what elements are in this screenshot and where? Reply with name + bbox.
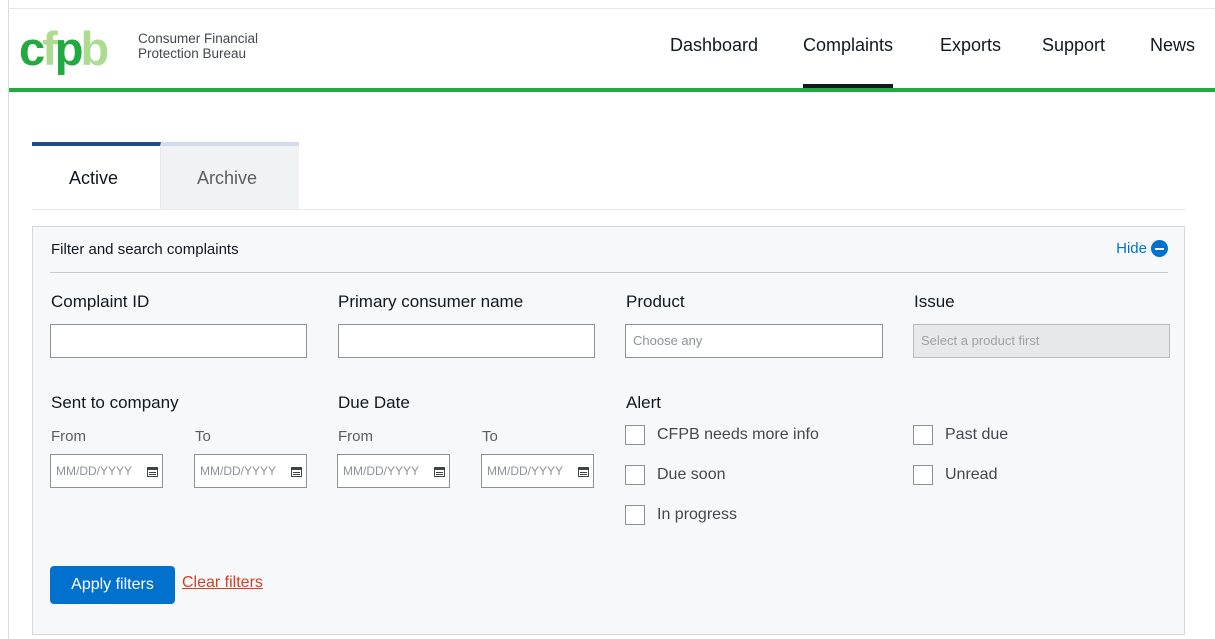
calendar-icon[interactable] [291, 466, 302, 477]
filter-panel-title: Filter and search complaints [51, 241, 239, 258]
nav-complaints[interactable]: Complaints [803, 35, 894, 88]
cfpb-logo[interactable]: cfpb [19, 23, 139, 83]
calendar-icon[interactable] [434, 466, 445, 477]
sent-to-date-input[interactable]: MM/DD/YYYY [194, 454, 307, 488]
org-name: Consumer Financial Protection Bureau [138, 31, 258, 61]
checkbox-past-due[interactable]: Past due [913, 425, 1008, 445]
tabs-divider [32, 209, 1186, 210]
checkbox-label: CFPB needs more info [657, 426, 819, 443]
checkbox-box[interactable] [625, 505, 645, 525]
due-date-label: Due Date [338, 393, 410, 412]
checkbox-box[interactable] [913, 425, 933, 445]
sent-to-label: To [195, 428, 211, 445]
sent-from-date-input[interactable]: MM/DD/YYYY [50, 454, 163, 488]
tab-active[interactable]: Active [32, 142, 161, 209]
complaint-id-input[interactable] [50, 324, 307, 358]
checkbox-box[interactable] [625, 425, 645, 445]
sent-from-label: From [51, 428, 86, 445]
due-to-placeholder: MM/DD/YYYY [487, 464, 564, 478]
due-to-date-input[interactable]: MM/DD/YYYY [481, 454, 594, 488]
tab-active-label: Active [69, 168, 119, 188]
consumer-name-label: Primary consumer name [338, 292, 524, 311]
hide-filters-button[interactable]: Hide [1116, 240, 1168, 257]
minus-circle-icon [1151, 240, 1168, 257]
issue-select: Select a product first [913, 324, 1170, 358]
product-select[interactable]: Choose any [625, 324, 883, 358]
alert-label: Alert [626, 393, 661, 412]
checkbox-label: In progress [657, 506, 738, 523]
due-from-date-input[interactable]: MM/DD/YYYY [337, 454, 450, 488]
sent-from-placeholder: MM/DD/YYYY [56, 464, 133, 478]
complaint-id-label: Complaint ID [51, 292, 150, 311]
sent-to-company-label: Sent to company [51, 393, 179, 412]
nav-support[interactable]: Support [1042, 35, 1105, 56]
checkbox-cfpb-needs-more-info[interactable]: CFPB needs more info [625, 425, 819, 445]
org-name-line1: Consumer Financial [138, 31, 259, 46]
checkbox-label: Due soon [657, 466, 726, 483]
tab-archive-label: Archive [197, 168, 258, 188]
panel-divider [50, 272, 1168, 273]
nav-exports[interactable]: Exports [940, 35, 1001, 56]
due-to-label: To [482, 428, 498, 445]
header-green-rule [9, 88, 1215, 92]
checkbox-label: Unread [945, 466, 998, 483]
checkbox-label: Past due [945, 426, 1009, 443]
checkbox-box[interactable] [625, 465, 645, 485]
calendar-icon[interactable] [147, 466, 158, 477]
due-from-label: From [338, 428, 373, 445]
org-name-line2: Protection Bureau [138, 46, 247, 61]
checkbox-unread[interactable]: Unread [913, 465, 997, 485]
product-label: Product [626, 292, 685, 311]
hide-label: Hide [1116, 240, 1147, 257]
svg-text:cfpb: cfpb [19, 23, 108, 75]
apply-filters-button[interactable]: Apply filters [50, 566, 175, 604]
consumer-name-input[interactable] [338, 324, 595, 358]
nav-news[interactable]: News [1150, 35, 1195, 56]
clear-filters-link[interactable]: Clear filters [182, 574, 263, 592]
due-from-placeholder: MM/DD/YYYY [343, 464, 420, 478]
filter-panel: Filter and search complaints Hide Compla… [32, 226, 1185, 635]
tab-archive[interactable]: Archive [161, 142, 299, 209]
checkbox-in-progress[interactable]: In progress [625, 505, 737, 525]
site-header: cfpb Consumer Financial Protection Burea… [9, 9, 1215, 89]
window-frame-left [8, 0, 9, 639]
sent-to-placeholder: MM/DD/YYYY [200, 464, 277, 478]
issue-label: Issue [914, 292, 955, 311]
checkbox-due-soon[interactable]: Due soon [625, 465, 726, 485]
nav-dashboard[interactable]: Dashboard [670, 35, 758, 56]
calendar-icon[interactable] [578, 466, 589, 477]
checkbox-box[interactable] [913, 465, 933, 485]
logo-c: c [19, 23, 44, 75]
